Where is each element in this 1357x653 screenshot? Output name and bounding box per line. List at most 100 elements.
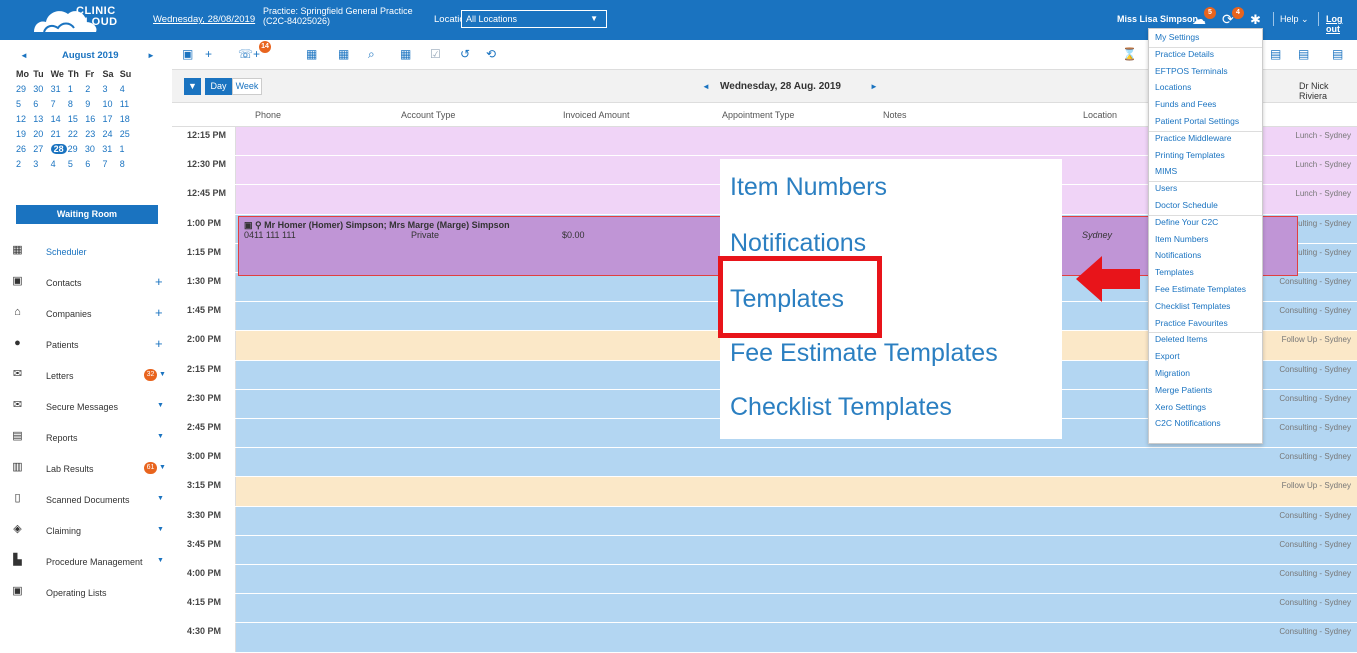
calendar-clock-icon[interactable]: ▦: [338, 47, 349, 61]
calendar-day[interactable]: 31: [102, 144, 119, 154]
calendar-day[interactable]: 7: [102, 159, 119, 169]
search-icon[interactable]: ⌕: [368, 47, 375, 62]
calendar-day[interactable]: 15: [68, 114, 85, 124]
calendar-day[interactable]: 4: [51, 159, 68, 169]
logout-link[interactable]: Log out: [1326, 14, 1357, 34]
sidebar-item-lab-results[interactable]: ▥ Lab Results 61 ▼: [0, 454, 172, 485]
calendar-day[interactable]: 2: [16, 159, 33, 169]
add-contact-icon[interactable]: +: [155, 274, 163, 289]
chevron-down-icon[interactable]: ▼: [157, 433, 164, 440]
calendar-day[interactable]: 23: [85, 129, 102, 139]
sidebar-item-claiming[interactable]: ◈ Claiming ▼: [0, 516, 172, 547]
print-icon[interactable]: ▤: [1270, 47, 1281, 61]
schedule-row[interactable]: 3:45 PM Consulting - Sydney: [172, 535, 1357, 565]
menu-item-doctor-schedule[interactable]: Doctor Schedule: [1155, 200, 1218, 210]
menu-item-patient-portal-settings[interactable]: Patient Portal Settings: [1155, 116, 1239, 126]
menu-item-practice-details[interactable]: Practice Details: [1155, 49, 1214, 59]
menu-item-printing-templates[interactable]: Printing Templates: [1155, 150, 1225, 160]
menu-item-deleted-items[interactable]: Deleted Items: [1155, 334, 1207, 344]
chevron-down-icon[interactable]: ▼: [157, 557, 164, 564]
undo-icon[interactable]: ↺: [460, 47, 470, 61]
calendar-day[interactable]: 9: [85, 99, 102, 109]
menu-item-funds-and-fees[interactable]: Funds and Fees: [1155, 99, 1216, 109]
calendar-day[interactable]: 7: [51, 99, 68, 109]
next-day-icon[interactable]: ►: [870, 82, 878, 91]
calendar-day[interactable]: 2: [85, 84, 102, 94]
sidebar-item-scanned-documents[interactable]: ▯ Scanned Documents ▼: [0, 485, 172, 516]
sidebar-item-patients[interactable]: ● Patients +: [0, 330, 172, 361]
day-view-button[interactable]: Day: [205, 78, 232, 95]
new-appointment-icon[interactable]: ▣: [182, 47, 193, 61]
menu-item-fee-estimate-templates[interactable]: Fee Estimate Templates: [1155, 284, 1246, 294]
chevron-down-icon[interactable]: ▼: [157, 526, 164, 533]
slot-fill[interactable]: Follow Up - Sydney: [236, 477, 1357, 506]
calendar-day-selected[interactable]: 28: [50, 144, 67, 154]
slot-fill[interactable]: Consulting - Sydney: [236, 565, 1357, 594]
sidebar-item-reports[interactable]: ▤ Reports ▼: [0, 423, 172, 454]
help-menu[interactable]: Help ⌄: [1280, 14, 1309, 25]
calendar-day[interactable]: 22: [68, 129, 85, 139]
waiting-room-button[interactable]: Waiting Room: [16, 205, 158, 224]
menu-item-practice-favourites[interactable]: Practice Favourites: [1155, 318, 1228, 328]
calendar-day[interactable]: 8: [68, 99, 85, 109]
calendar-day[interactable]: 13: [33, 114, 50, 124]
chevron-down-icon[interactable]: ▼: [157, 495, 164, 502]
calendar-day[interactable]: 25: [120, 129, 137, 139]
calendar-day[interactable]: 3: [33, 159, 50, 169]
sidebar-item-procedure-management[interactable]: ▙ Procedure Management ▼: [0, 547, 172, 578]
add-patient-icon[interactable]: +: [155, 336, 163, 351]
schedule-row[interactable]: 4:30 PM Consulting - Sydney: [172, 623, 1357, 653]
calendar-day[interactable]: 4: [120, 84, 137, 94]
calendar-day[interactable]: 8: [120, 159, 137, 169]
add-company-icon[interactable]: +: [155, 305, 163, 320]
schedule-row[interactable]: 3:15 PM Follow Up - Sydney: [172, 477, 1357, 507]
calendar-day[interactable]: 12: [16, 114, 33, 124]
user-name[interactable]: Miss Lisa Simpson: [1117, 14, 1198, 24]
calendar-day[interactable]: 6: [33, 99, 50, 109]
calendar-day[interactable]: 1: [68, 84, 85, 94]
menu-item-c2c-notifications[interactable]: C2C Notifications: [1155, 418, 1221, 428]
week-view-button[interactable]: Week: [232, 78, 262, 95]
prev-month-icon[interactable]: ◄: [20, 51, 28, 60]
menu-item-export[interactable]: Export: [1155, 351, 1180, 361]
calendar-day[interactable]: 3: [102, 84, 119, 94]
calendar-day[interactable]: 11: [120, 99, 137, 109]
slot-fill[interactable]: Consulting - Sydney: [236, 594, 1357, 623]
calendar-day[interactable]: 17: [102, 114, 119, 124]
calendar-day[interactable]: 5: [16, 99, 33, 109]
sidebar-item-letters[interactable]: ✉ Letters 32 ▼: [0, 361, 172, 392]
hourglass-icon[interactable]: ⌛: [1122, 47, 1137, 61]
phone-call-icon[interactable]: ☏+: [238, 47, 260, 61]
menu-item-define-your-c2c[interactable]: Define Your C2C: [1155, 217, 1218, 227]
calendar-day[interactable]: 19: [16, 129, 33, 139]
calendar-day[interactable]: 5: [68, 159, 85, 169]
export-icon[interactable]: ▤: [1332, 47, 1343, 61]
sidebar-item-contacts[interactable]: ▣ Contacts +: [0, 268, 172, 299]
calendar-day[interactable]: 31: [51, 84, 68, 94]
gear-icon[interactable]: ✱: [1250, 12, 1261, 28]
menu-item-checklist-templates[interactable]: Checklist Templates: [1155, 301, 1230, 311]
menu-item-users[interactable]: Users: [1155, 183, 1177, 193]
chevron-down-icon[interactable]: ▼: [159, 371, 166, 378]
calendar-day[interactable]: 6: [85, 159, 102, 169]
schedule-row[interactable]: 4:15 PM Consulting - Sydney: [172, 594, 1357, 624]
menu-item-practice-middleware[interactable]: Practice Middleware: [1155, 133, 1232, 143]
menu-item-migration[interactable]: Migration: [1155, 368, 1190, 378]
calendar-day[interactable]: 30: [85, 144, 102, 154]
calendar-day[interactable]: 10: [102, 99, 119, 109]
next-month-icon[interactable]: ►: [147, 51, 155, 60]
prev-day-icon[interactable]: ◄: [702, 82, 710, 91]
calendar-day[interactable]: 27: [33, 144, 50, 154]
chevron-down-icon[interactable]: ▼: [157, 402, 164, 409]
menu-item-merge-patients[interactable]: Merge Patients: [1155, 385, 1212, 395]
menu-item-locations[interactable]: Locations: [1155, 82, 1191, 92]
menu-item-item-numbers[interactable]: Item Numbers: [1155, 234, 1208, 244]
calendar-day[interactable]: 20: [33, 129, 50, 139]
schedule-row[interactable]: 3:30 PM Consulting - Sydney: [172, 506, 1357, 536]
calendar-day[interactable]: 29: [68, 144, 85, 154]
calendar-day[interactable]: 26: [16, 144, 33, 154]
calendar-day[interactable]: 1: [119, 144, 136, 154]
calendar-day[interactable]: 18: [120, 114, 137, 124]
schedule-row[interactable]: 4:00 PM Consulting - Sydney: [172, 565, 1357, 595]
calendar-day[interactable]: 29: [16, 84, 33, 94]
